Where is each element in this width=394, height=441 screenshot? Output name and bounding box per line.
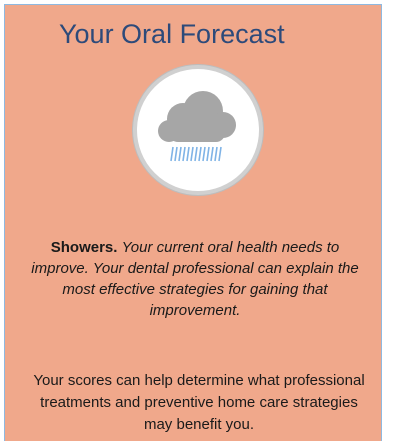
scores-explanation: Your scores can help determine what prof… xyxy=(33,372,365,433)
oral-forecast-card: Your Oral Forecast Showers. Your current… xyxy=(4,4,382,441)
rain-cloud-icon xyxy=(158,91,236,162)
card-title: Your Oral Forecast xyxy=(59,19,285,49)
forecast-label: Showers. xyxy=(50,239,118,256)
forecast-icon-circle xyxy=(133,65,263,195)
forecast-summary: Showers. Your current oral health needs … xyxy=(25,237,365,321)
